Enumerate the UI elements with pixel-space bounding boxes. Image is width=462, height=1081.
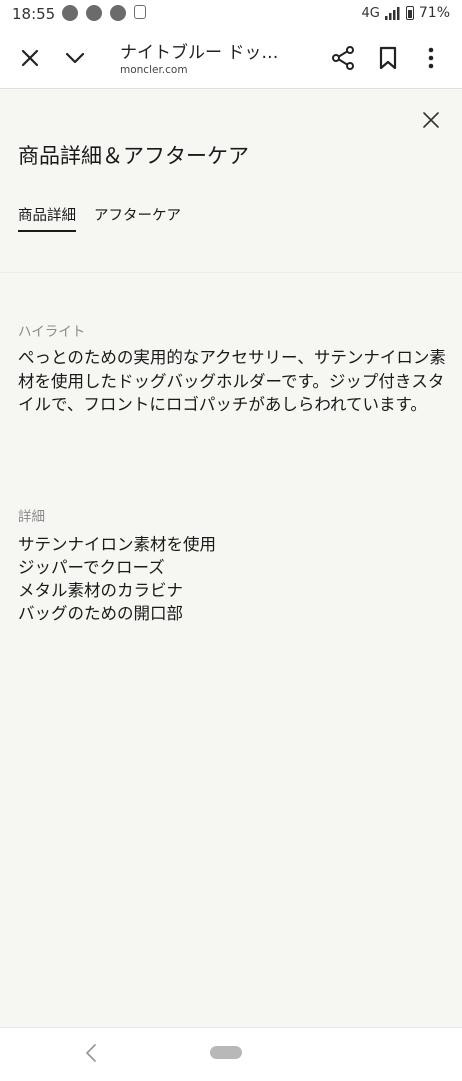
tab-product-details[interactable]: 商品詳細 <box>18 204 76 232</box>
bookmark-icon[interactable] <box>376 45 400 71</box>
status-bar: 18:55 4G 71% <box>0 0 462 28</box>
close-icon[interactable] <box>419 108 443 132</box>
notification-icons <box>62 5 146 21</box>
browser-toolbar: ナイトブルー ドッ… moncler.com <box>0 28 462 89</box>
section-divider <box>0 272 462 273</box>
signal-icon <box>384 6 400 20</box>
list-item: サテンナイロン素材を使用 <box>18 535 216 554</box>
details-list: サテンナイロン素材を使用 ジッパーでクローズ メタル素材のカラビナ バッグのため… <box>18 533 216 625</box>
system-nav-bar <box>0 1027 462 1081</box>
status-time: 18:55 <box>12 5 56 23</box>
list-item: メタル素材のカラビナ <box>18 581 183 600</box>
status-right: 4G 71% <box>362 5 450 21</box>
line-app-icon <box>62 5 78 21</box>
list-item: バッグのための開口部 <box>18 604 183 623</box>
network-type: 4G <box>361 5 380 21</box>
chevron-down-icon[interactable] <box>63 46 87 70</box>
tab-aftercare[interactable]: アフターケア <box>94 204 181 232</box>
details-label: 詳細 <box>18 509 45 525</box>
tab-bar: 商品詳細 アフターケア <box>18 204 181 232</box>
home-pill[interactable] <box>210 1046 242 1059</box>
page-url[interactable]: moncler.com <box>120 64 188 76</box>
share-icon[interactable] <box>330 45 356 71</box>
phone-notification-icon <box>134 5 146 19</box>
highlight-text: ぺっとのための実用的なアクセサリー、サテンナイロン素材を使用したドッグバッグホル… <box>18 348 446 414</box>
close-tab-icon[interactable] <box>18 46 42 70</box>
panel-title: 商品詳細＆アフターケア <box>18 144 249 168</box>
highlight-label: ハイライト <box>18 324 86 340</box>
battery-icon <box>405 6 414 20</box>
back-icon[interactable] <box>82 1042 100 1064</box>
battery-percent: 71% <box>418 5 450 21</box>
page-title-bar[interactable]: ナイトブルー ドッ… <box>120 38 278 63</box>
music-icon <box>110 5 126 21</box>
assistant-icon <box>86 5 102 21</box>
more-vert-icon[interactable] <box>420 45 442 71</box>
list-item: ジッパーでクローズ <box>18 558 165 577</box>
